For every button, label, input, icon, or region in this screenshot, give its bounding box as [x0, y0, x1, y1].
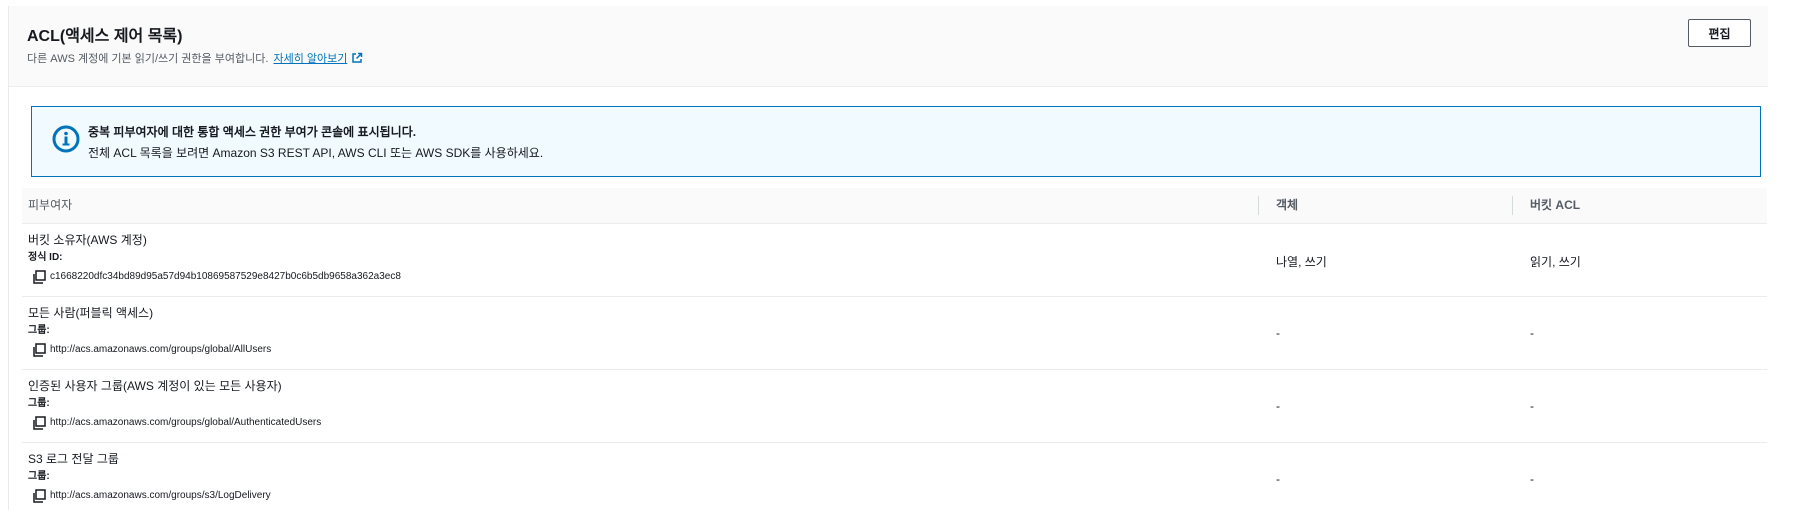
alert-body: 전체 ACL 목록을 보려면 Amazon S3 REST API, AWS C…	[88, 146, 544, 160]
object-permission: -	[1276, 472, 1280, 486]
panel-header: ACL(액세스 제어 목록) 다른 AWS 계정에 기본 읽기/쓰기 권한을 부…	[9, 6, 1768, 87]
copy-icon[interactable]	[32, 270, 46, 284]
bucket-acl-permission: 읽기, 쓰기	[1530, 255, 1581, 269]
table-row: S3 로그 전달 그룹 그룹: http://acs.amazonaws.com…	[22, 443, 1767, 515]
info-icon	[52, 125, 80, 153]
grantee-group-uri: http://acs.amazonaws.com/groups/s3/LogDe…	[50, 490, 271, 501]
table-row: 버킷 소유자(AWS 계정) 정식 ID: c1668220dfc34bd89d…	[22, 224, 1767, 297]
column-divider	[1258, 196, 1259, 215]
grantee-id-value: c1668220dfc34bd89d95a57d94b10869587529e8…	[50, 271, 401, 282]
object-permission: 나열, 쓰기	[1276, 255, 1327, 269]
description-text: 다른 AWS 계정에 기본 읽기/쓰기 권한을 부여합니다.	[27, 53, 269, 65]
panel-description: 다른 AWS 계정에 기본 읽기/쓰기 권한을 부여합니다. 자세히 알아보기	[27, 50, 363, 66]
grantee-name: S3 로그 전달 그룹	[28, 452, 119, 466]
table-header: 피부여자 객체 버킷 ACL	[22, 188, 1767, 224]
column-divider	[1512, 196, 1513, 215]
header-object: 객체	[1276, 198, 1299, 212]
info-alert: 중복 피부여자에 대한 통합 액세스 권한 부여가 콘솔에 표시됩니다. 전체 …	[31, 106, 1761, 177]
grantee-id-label: 정식 ID:	[28, 252, 63, 263]
edit-button[interactable]: 편집	[1688, 19, 1751, 47]
panel-title: ACL(액세스 제어 목록)	[27, 28, 183, 45]
header-bucket-acl: 버킷 ACL	[1530, 198, 1581, 212]
grantee-group-uri: http://acs.amazonaws.com/groups/global/A…	[50, 344, 272, 355]
copy-icon[interactable]	[32, 416, 46, 430]
table-row: 인증된 사용자 그룹(AWS 계정이 있는 모든 사용자) 그룹: http:/…	[22, 370, 1767, 443]
header-grantee: 피부여자	[28, 198, 73, 212]
acl-table: 피부여자 객체 버킷 ACL 버킷 소유자(AWS 계정) 정식 ID: c16…	[22, 188, 1767, 515]
grantee-group-label: 그룹:	[28, 398, 50, 409]
bucket-acl-permission: -	[1530, 399, 1534, 413]
page-margin	[1768, 0, 1799, 510]
copy-icon[interactable]	[32, 343, 46, 357]
grantee-name: 버킷 소유자(AWS 계정)	[28, 233, 147, 247]
alert-title: 중복 피부여자에 대한 통합 액세스 권한 부여가 콘솔에 표시됩니다.	[88, 125, 417, 139]
grantee-group-label: 그룹:	[28, 325, 50, 336]
grantee-group-label: 그룹:	[28, 471, 50, 482]
grantee-group-uri: http://acs.amazonaws.com/groups/global/A…	[50, 417, 322, 428]
learn-more-link[interactable]: 자세히 알아보기	[273, 52, 363, 65]
object-permission: -	[1276, 326, 1280, 340]
external-link-icon	[352, 52, 363, 63]
object-permission: -	[1276, 399, 1280, 413]
bucket-acl-permission: -	[1530, 472, 1534, 486]
copy-icon[interactable]	[32, 489, 46, 503]
learn-more-label: 자세히 알아보기	[273, 53, 348, 65]
grantee-name: 모든 사람(퍼블릭 액세스)	[28, 306, 154, 320]
grantee-name: 인증된 사용자 그룹(AWS 계정이 있는 모든 사용자)	[28, 379, 282, 393]
bucket-acl-permission: -	[1530, 326, 1534, 340]
table-row: 모든 사람(퍼블릭 액세스) 그룹: http://acs.amazonaws.…	[22, 297, 1767, 370]
